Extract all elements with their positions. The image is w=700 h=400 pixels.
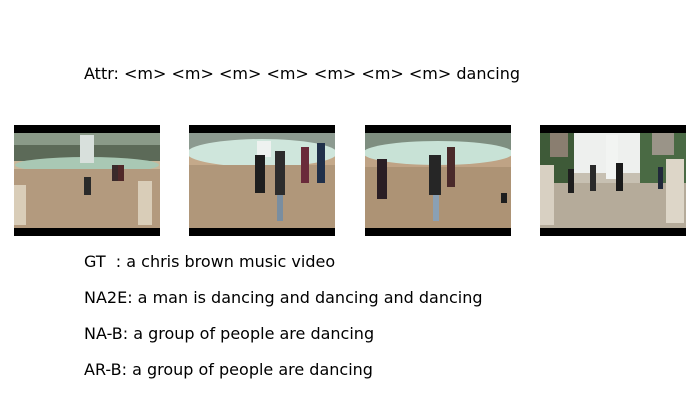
attr-line: Attr: <m> <m> <m> <m> <m> <m> <m> dancin… [84,64,521,83]
gt-caption: GT : a chris brown music video [84,252,336,271]
video-frame-1 [14,125,160,236]
na-b-caption: NA-B: a group of people are dancing [84,324,375,343]
na2e-caption: NA2E: a man is dancing and dancing and d… [84,288,483,307]
video-frame-2 [189,125,335,236]
video-frame-3 [365,125,511,236]
video-frame-4 [540,125,686,236]
ar-b-caption: AR-B: a group of people are dancing [84,360,373,379]
